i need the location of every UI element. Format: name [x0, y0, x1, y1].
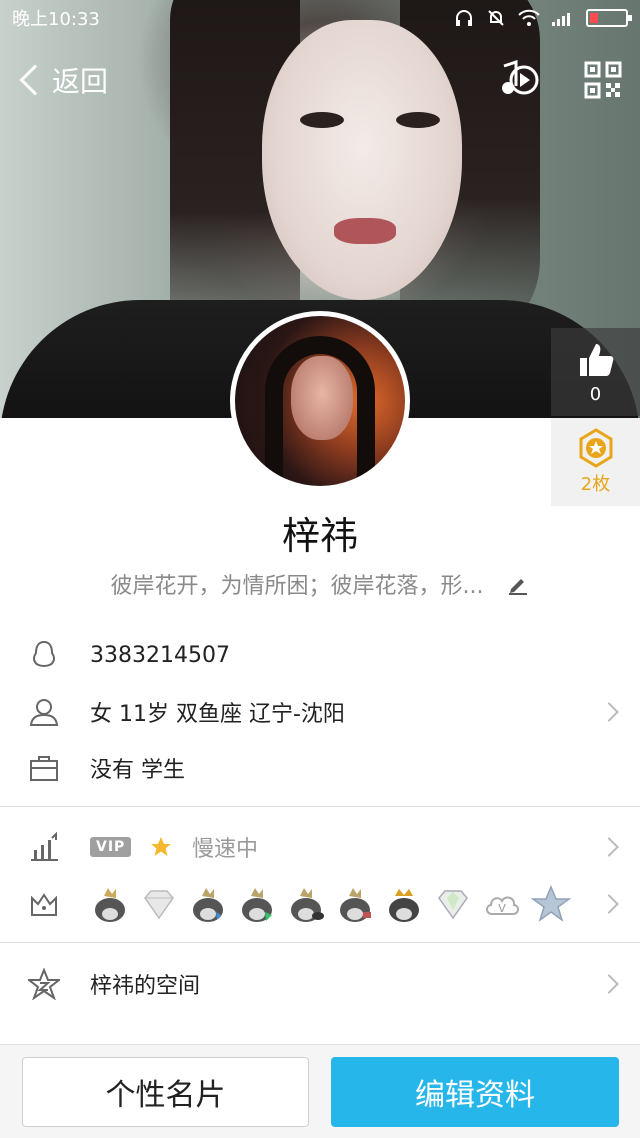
headphones-icon — [456, 10, 472, 26]
qq-penguin-pink-icon[interactable] — [335, 884, 375, 924]
cover-eye-left — [300, 112, 344, 128]
chevron-right-icon — [599, 894, 619, 914]
vip-badge: VIP — [90, 837, 132, 857]
qq-number: 3383214507 — [90, 642, 230, 668]
nav-actions — [496, 60, 622, 100]
gold-star-icon — [151, 837, 171, 856]
qr-code-icon[interactable] — [584, 61, 622, 99]
status-icons — [454, 8, 632, 28]
qq-penguin-gold-icon[interactable] — [90, 884, 130, 924]
profile-name: 梓祎 — [281, 514, 358, 558]
vip-row[interactable]: VIP 慢速中 — [0, 819, 640, 875]
pencil-icon[interactable] — [507, 573, 529, 595]
avatar[interactable] — [230, 311, 410, 491]
chevron-left-icon — [19, 64, 51, 96]
chevron-right-icon — [599, 974, 619, 994]
music-play-icon[interactable] — [496, 60, 540, 100]
edit-profile-button[interactable]: 编辑资料 — [331, 1057, 619, 1127]
bottom-action-bar: 个性名片 编辑资料 — [0, 1044, 640, 1138]
battery-icon — [586, 9, 632, 27]
qzone-star-icon — [28, 968, 60, 1000]
qq-penguin-crown-icon[interactable] — [384, 884, 424, 924]
signature-text: 彼岸花开，为情所困；彼岸花落，形... — [110, 574, 484, 599]
mute-bell-icon — [488, 10, 504, 26]
like-count: 0 — [589, 383, 602, 405]
chevron-right-icon — [599, 837, 619, 857]
star-blue-icon[interactable] — [531, 884, 571, 924]
status-time: 晚上10:33 — [12, 9, 100, 30]
briefcase-icon — [30, 756, 58, 781]
avatar-face — [291, 356, 353, 440]
cover-eye-right — [396, 112, 440, 128]
basic-info-row[interactable]: 女 11岁 双鱼座 辽宁-沈阳 — [0, 684, 640, 740]
top-nav: 返回 — [0, 50, 640, 110]
crown-icon — [31, 893, 57, 916]
like-button[interactable]: 0 — [551, 328, 640, 416]
divider — [0, 806, 640, 807]
personal-card-button[interactable]: 个性名片 — [22, 1057, 309, 1127]
person-icon — [29, 699, 59, 726]
signal-icon — [552, 13, 570, 26]
svg-text:V: V — [498, 902, 506, 915]
medal-count: 2枚 — [580, 474, 611, 495]
qzone-label: 梓祎的空间 — [90, 974, 201, 999]
speed-status: 慢速中 — [192, 837, 259, 862]
medal-button[interactable]: 2枚 — [551, 418, 640, 506]
diamond-icon[interactable] — [139, 884, 179, 924]
thumbs-up-icon — [579, 343, 613, 376]
profile-page: { "status_bar": { "time": "晚上10:33" }, "… — [0, 0, 640, 1138]
cloud-v-icon[interactable]: V — [482, 884, 522, 924]
chevron-right-icon — [599, 702, 619, 722]
diamond-green-icon[interactable] — [433, 884, 473, 924]
penguin-icon — [32, 640, 56, 668]
divider — [0, 942, 640, 943]
medal-star-icon — [579, 428, 612, 468]
qq-penguin-dark-icon[interactable] — [286, 884, 326, 924]
qzone-row[interactable]: 梓祎的空间 — [0, 956, 640, 1012]
status-bar: 晚上10:33 — [0, 0, 640, 36]
job-text: 没有 学生 — [90, 758, 185, 783]
cover-lips — [334, 218, 396, 244]
badge-list: V — [90, 884, 571, 924]
qq-penguin-blue-icon[interactable] — [188, 884, 228, 924]
back-label: 返回 — [52, 65, 109, 98]
basic-info-text: 女 11岁 双鱼座 辽宁-沈阳 — [90, 702, 345, 727]
badges-row[interactable]: V — [0, 876, 640, 932]
level-chart-icon — [31, 831, 58, 861]
qq-penguin-green-icon[interactable] — [237, 884, 277, 924]
back-button[interactable]: 返回 — [18, 60, 108, 100]
signature-row[interactable]: 彼岸花开，为情所困；彼岸花落，形... — [0, 568, 640, 600]
job-row: 没有 学生 — [0, 740, 640, 796]
wifi-icon — [518, 9, 540, 26]
qq-number-row: 3383214507 — [0, 627, 640, 683]
